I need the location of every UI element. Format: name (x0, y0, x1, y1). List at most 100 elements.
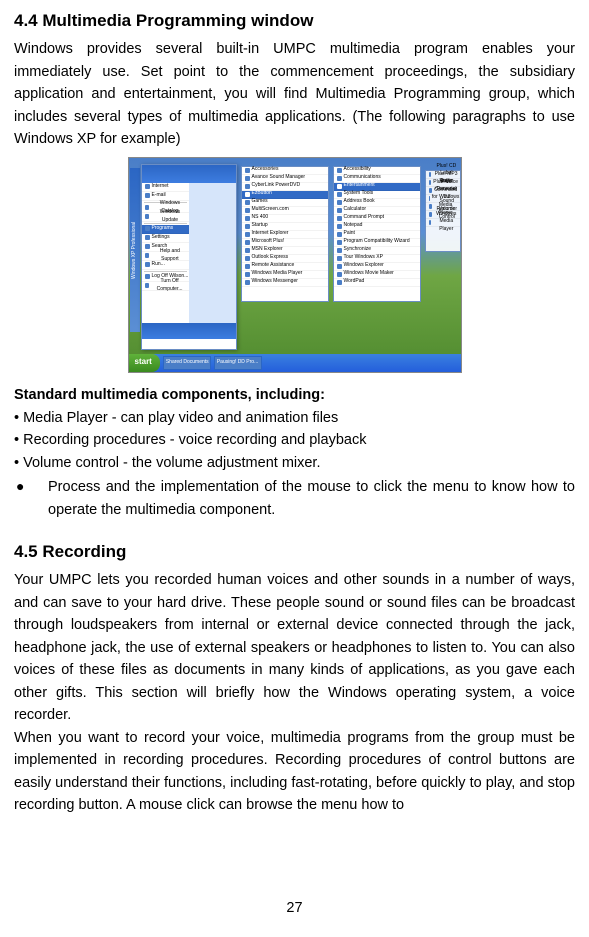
menu-label: Accessibility (344, 166, 371, 174)
menu-label: Command Prompt (344, 214, 385, 222)
menu-item-programs[interactable]: Programs (142, 225, 189, 234)
menu-item[interactable]: Help and Support (142, 252, 189, 261)
menu-label: Outlook Express (252, 254, 289, 262)
folder-icon (245, 168, 250, 173)
menu-separator (144, 271, 187, 272)
menu-item[interactable]: Windows Media Player (426, 219, 460, 227)
start-menu-right-column (189, 183, 236, 323)
menu-label: Programs (152, 225, 174, 233)
app-icon (145, 274, 150, 279)
menu-item[interactable]: Internet (142, 183, 189, 192)
section-heading-4-5: 4.5 Recording (14, 539, 575, 565)
folder-icon (245, 216, 250, 221)
folder-icon (245, 176, 250, 181)
menu-label: NS 400 (252, 214, 269, 222)
menu-label: Program Compatibility Wizard (344, 238, 410, 246)
app-icon (429, 196, 430, 201)
section-spacer (14, 521, 575, 539)
app-icon (337, 240, 342, 245)
process-bullet-text: Process and the implementation of the mo… (48, 476, 575, 521)
folder-icon (245, 192, 250, 197)
app-icon (429, 180, 431, 185)
app-icon (145, 235, 150, 240)
start-button[interactable]: start (129, 354, 160, 372)
taskbar-button[interactable]: Pausing! DD Pro... (214, 356, 262, 370)
menu-label: Paint (344, 230, 355, 238)
bullet-media-player: • Media Player - can play video and anim… (14, 407, 575, 429)
app-icon (145, 214, 150, 219)
folder-icon (337, 176, 342, 181)
app-icon (245, 256, 250, 261)
menu-item[interactable]: Settings (142, 234, 189, 243)
menu-label: MSN Explorer (252, 246, 283, 254)
app-icon (337, 264, 342, 269)
menu-label: Internet (152, 183, 169, 191)
menu-label: Windows Movie Maker (344, 270, 394, 278)
taskbar: start Shared Documents Pausing! DD Pro..… (129, 354, 461, 372)
app-icon (337, 224, 342, 229)
bullet-volume: • Volume control - the volume adjustment… (14, 452, 575, 474)
app-icon (245, 280, 250, 285)
menu-label: Notepad (344, 222, 363, 230)
menu-label: Windows Update (151, 209, 188, 225)
menu-label: Turn Off Computer... (151, 278, 189, 294)
menu-label: System Tools (344, 190, 374, 198)
menu-label: Windows Messenger (252, 278, 298, 286)
menu-label: WordPad (344, 278, 365, 286)
folder-icon (337, 184, 342, 189)
menu-label: Windows Media Player (252, 270, 303, 278)
menu-label: Synchronize (344, 246, 372, 254)
app-icon (145, 283, 149, 288)
folder-icon (337, 168, 342, 173)
folder-icon (245, 208, 250, 213)
menu-label: Communications (344, 174, 381, 182)
programs-submenu: Accessories Avance Sound Manager CyberLi… (241, 166, 329, 302)
menu-label: Avance Sound Manager (252, 174, 306, 182)
app-icon (245, 264, 250, 269)
section-4-5-paragraph-2: When you want to record your voice, mult… (14, 727, 575, 817)
app-icon (145, 184, 150, 189)
menu-label: Remote Assistance (252, 262, 295, 270)
app-icon (337, 208, 342, 213)
menu-item[interactable]: Windows Messenger (242, 279, 328, 287)
menu-label: CyberLink PowerDVD (252, 182, 301, 190)
menu-label: EzButton (252, 190, 272, 198)
app-icon (337, 232, 342, 237)
bullet-recording: • Recording procedures - voice recording… (14, 429, 575, 451)
app-icon (337, 216, 342, 221)
app-icon (145, 193, 150, 198)
app-icon (245, 232, 250, 237)
menu-item[interactable]: Turn Off Computer... (142, 282, 189, 291)
app-icon (429, 204, 433, 209)
app-icon (245, 240, 250, 245)
app-icon (145, 262, 150, 267)
app-icon (145, 205, 150, 210)
menu-label: Microsoft Plus! (252, 238, 285, 246)
app-icon (145, 244, 150, 249)
menu-label: Calculator (344, 206, 367, 214)
folder-icon (245, 224, 250, 229)
menu-label: Entertainment (344, 182, 375, 190)
taskbar-button[interactable]: Shared Documents (163, 356, 211, 370)
app-icon (337, 280, 342, 285)
menu-label: Windows Explorer (344, 262, 384, 270)
start-menu-header (142, 165, 236, 183)
menu-item[interactable]: Windows Update (142, 213, 189, 222)
app-icon (429, 172, 432, 177)
app-icon (145, 253, 150, 258)
menu-label: Tour Windows XP (344, 254, 383, 262)
bullet-dot-icon: ● (14, 476, 48, 521)
app-icon (145, 226, 150, 231)
menu-label: E-mail (152, 192, 166, 200)
figure-container: Windows XP Professional Internet E-mail … (14, 157, 575, 380)
page-number: 27 (0, 897, 589, 919)
menu-label: Windows Media Player (433, 211, 459, 234)
menu-label: Run... (152, 261, 165, 269)
app-icon (337, 200, 342, 205)
folder-icon (245, 200, 250, 205)
section-heading-4-4: 4.4 Multimedia Programming window (14, 8, 575, 34)
folder-icon (337, 192, 342, 197)
menu-item[interactable]: WordPad (334, 279, 420, 287)
components-heading: Standard multimedia components, includin… (14, 384, 575, 406)
menu-label: MultiScreen.com (252, 206, 289, 214)
